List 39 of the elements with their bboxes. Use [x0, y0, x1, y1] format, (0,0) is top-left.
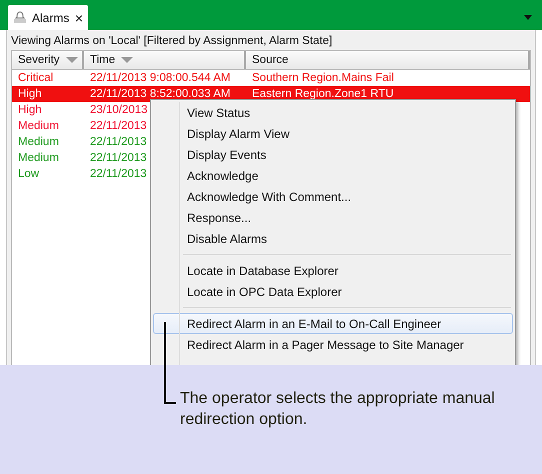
menu-item[interactable]: Disable Alarms [153, 228, 513, 249]
menu-item[interactable]: Locate in Database Explorer [153, 260, 513, 281]
menu-item[interactable]: Response... [153, 207, 513, 228]
table-cell-text: Medium [17, 152, 60, 164]
table-cell-text: 23/10/2013 [89, 104, 148, 116]
table-cell-text: 22/11/2013 [89, 136, 147, 148]
table-cell-text: Southern Region.Mains Fail [251, 72, 395, 84]
dropdown-arrow-icon[interactable] [524, 15, 532, 20]
view-caption: Viewing Alarms on 'Local' [Filtered by Assignment, Alarm State] [11, 35, 332, 47]
table-cell-text: Critical [17, 72, 54, 84]
menu-item[interactable]: Redirect Alarm in a Pager Message to Site Manager [153, 334, 513, 355]
table-cell-text: Low [17, 168, 40, 180]
tab-label: Alarms [32, 10, 70, 24]
table-cell-text: 22/11/2013 9:08:00.544 AM [89, 72, 232, 84]
table-cell-text: 22/11/2013 [89, 168, 147, 180]
menu-item[interactable]: Locate in OPC Data Explorer [153, 281, 513, 302]
close-icon[interactable]: × [74, 10, 83, 26]
table-cell-text: 22/11/2013 8:52:00.033 AM [89, 88, 232, 100]
bell-icon [13, 11, 27, 24]
table-cell-text: High [17, 88, 43, 100]
table-cell-text: 22/11/2013 [89, 152, 147, 164]
menu-item[interactable]: Display Events [153, 144, 513, 165]
menu-item[interactable]: Redirect Alarm in an E-Mail to On-Call Engineer [153, 313, 513, 334]
menu-item[interactable]: Display Alarm View [153, 123, 513, 144]
column-header[interactable]: Time [84, 51, 246, 69]
menu-item[interactable]: View Status [153, 102, 513, 123]
table-cell-text: Eastern Region.Zone1 RTU [251, 88, 395, 100]
column-header[interactable]: Severity [12, 51, 84, 69]
alarms-tab[interactable]: Alarms × [8, 5, 88, 30]
table-cell-text: High [17, 104, 43, 116]
column-header[interactable]: Source [246, 51, 530, 69]
table-cell-text: Medium [17, 120, 60, 132]
table-cell-text: 22/11/2013 [89, 120, 147, 132]
callout-text: The operator selects the appropriate manual redirection option. [180, 389, 496, 430]
sort-arrow-icon [66, 57, 78, 63]
table-cell-text: Medium [17, 136, 60, 148]
sort-arrow-icon [121, 57, 134, 63]
menu-item[interactable]: Acknowledge [153, 165, 513, 186]
menu-item[interactable]: Acknowledge With Comment... [153, 186, 513, 207]
